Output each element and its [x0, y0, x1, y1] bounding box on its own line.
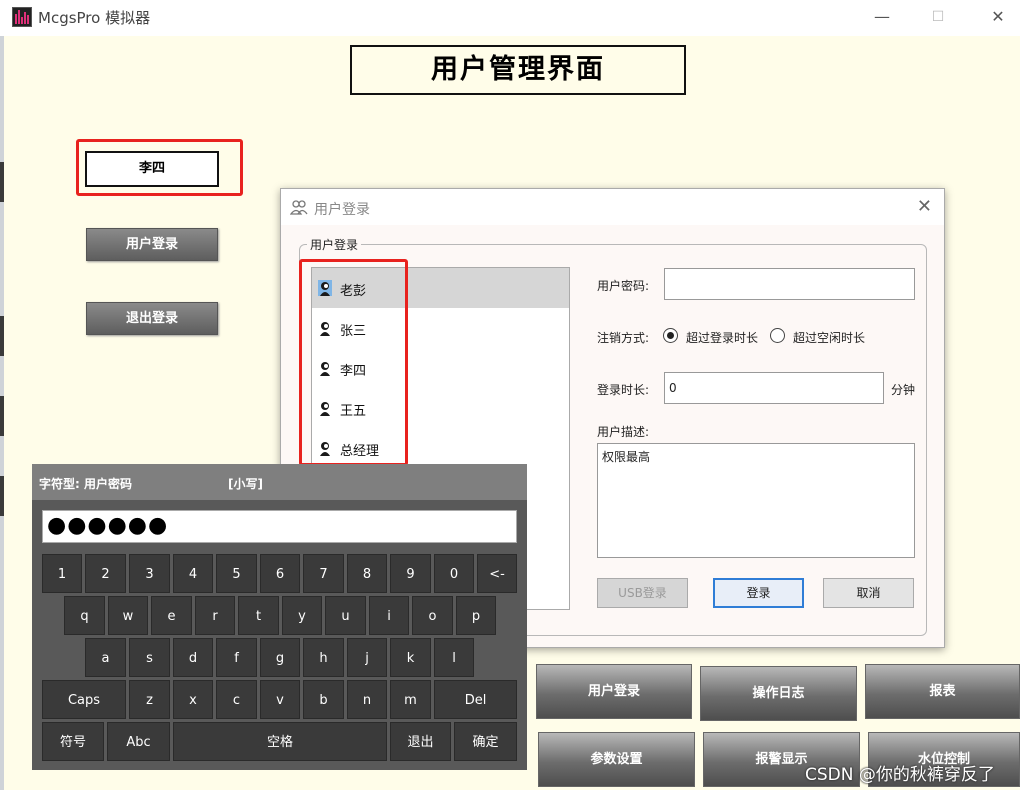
key-h[interactable]: h: [303, 638, 344, 677]
key-x[interactable]: x: [173, 680, 213, 719]
dialog-close-icon[interactable]: ✕: [917, 196, 932, 217]
key-i[interactable]: i: [369, 596, 409, 635]
group-label: 用户登录: [307, 236, 362, 253]
operation-log-button[interactable]: 操作日志: [700, 666, 857, 721]
key-t[interactable]: t: [238, 596, 279, 635]
key-confirm[interactable]: 确定: [454, 722, 517, 761]
key-abc[interactable]: Abc: [107, 722, 170, 761]
parameter-settings-button[interactable]: 参数设置: [538, 732, 695, 787]
logout-button[interactable]: 退出登录: [86, 302, 218, 335]
radio-login-duration-label: 超过登录时长: [686, 331, 759, 345]
key-o[interactable]: o: [412, 596, 453, 635]
key-5[interactable]: 5: [216, 554, 257, 593]
watermark: CSDN @你的秋裤穿反了: [805, 765, 995, 785]
password-label: 用户密码:: [597, 279, 650, 293]
highlight-frame-userlist: [299, 259, 408, 466]
soft-keyboard: 字符型: 用户密码 [小写] ●●●●●● 1 2 3 4 5 6 7 8 9 …: [32, 464, 527, 770]
page-title: 用户管理界面: [350, 45, 686, 95]
key-r[interactable]: r: [195, 596, 235, 635]
key-0[interactable]: 0: [434, 554, 474, 593]
minimize-icon[interactable]: —: [862, 4, 902, 30]
key-9[interactable]: 9: [390, 554, 431, 593]
radio-idle-duration[interactable]: [770, 328, 785, 343]
keyboard-input-display[interactable]: ●●●●●●: [42, 510, 517, 543]
confirm-login-button[interactable]: 登录: [713, 578, 804, 608]
description-field[interactable]: 权限最高: [597, 443, 915, 558]
duration-field[interactable]: 0: [664, 372, 884, 404]
key-1[interactable]: 1: [42, 554, 82, 593]
key-3[interactable]: 3: [129, 554, 170, 593]
key-q[interactable]: q: [64, 596, 105, 635]
current-user-label: 李四: [85, 151, 219, 187]
window-titlebar: McgsPro 模拟器 — ☐ ✕: [0, 0, 1020, 34]
radio-idle-duration-label: 超过空闲时长: [793, 331, 866, 345]
key-4[interactable]: 4: [173, 554, 213, 593]
key-b[interactable]: b: [303, 680, 344, 719]
key-z[interactable]: z: [129, 680, 170, 719]
app-logo-icon: [12, 7, 32, 27]
keyboard-case-label: [小写]: [228, 477, 263, 491]
login-button[interactable]: 用户登录: [86, 228, 218, 261]
key-6[interactable]: 6: [260, 554, 300, 593]
key-e[interactable]: e: [151, 596, 192, 635]
dialog-titlebar: 用户登录 ✕: [281, 189, 944, 225]
key-7[interactable]: 7: [303, 554, 344, 593]
key-k[interactable]: k: [390, 638, 431, 677]
key-d[interactable]: d: [173, 638, 213, 677]
key-g[interactable]: g: [260, 638, 300, 677]
window-title: McgsPro 模拟器: [38, 9, 151, 27]
key-backspace[interactable]: <-: [477, 554, 517, 593]
dialog-title: 用户登录: [314, 202, 370, 218]
duration-unit: 分钟: [891, 383, 916, 397]
key-del[interactable]: Del: [434, 680, 517, 719]
key-m[interactable]: m: [390, 680, 431, 719]
description-label: 用户描述:: [597, 425, 650, 439]
close-icon[interactable]: ✕: [978, 4, 1018, 30]
logout-mode-label: 注销方式:: [597, 331, 650, 345]
maximize-icon[interactable]: ☐: [918, 4, 958, 30]
bottom-login-button[interactable]: 用户登录: [536, 664, 692, 719]
keyboard-header: 字符型: 用户密码 [小写]: [32, 464, 527, 500]
duration-label: 登录时长:: [597, 383, 650, 397]
key-v[interactable]: v: [260, 680, 300, 719]
key-f[interactable]: f: [216, 638, 257, 677]
users-icon: [290, 200, 308, 215]
key-p[interactable]: p: [456, 596, 496, 635]
key-exit[interactable]: 退出: [390, 722, 451, 761]
key-c[interactable]: c: [216, 680, 257, 719]
key-space[interactable]: 空格: [173, 722, 387, 761]
cancel-button[interactable]: 取消: [823, 578, 914, 608]
key-a[interactable]: a: [85, 638, 126, 677]
key-2[interactable]: 2: [85, 554, 126, 593]
password-field[interactable]: [664, 268, 915, 300]
key-j[interactable]: j: [347, 638, 387, 677]
radio-login-duration[interactable]: [663, 328, 678, 343]
key-l[interactable]: l: [434, 638, 474, 677]
usb-login-button[interactable]: USB登录: [597, 578, 688, 608]
report-button[interactable]: 报表: [865, 664, 1020, 719]
key-y[interactable]: y: [282, 596, 322, 635]
key-n[interactable]: n: [347, 680, 387, 719]
key-w[interactable]: w: [108, 596, 148, 635]
key-u[interactable]: u: [325, 596, 366, 635]
key-8[interactable]: 8: [347, 554, 387, 593]
key-s[interactable]: s: [129, 638, 170, 677]
key-caps[interactable]: Caps: [42, 680, 126, 719]
key-symbols[interactable]: 符号: [42, 722, 104, 761]
keyboard-type-label: 字符型: 用户密码: [39, 477, 132, 491]
